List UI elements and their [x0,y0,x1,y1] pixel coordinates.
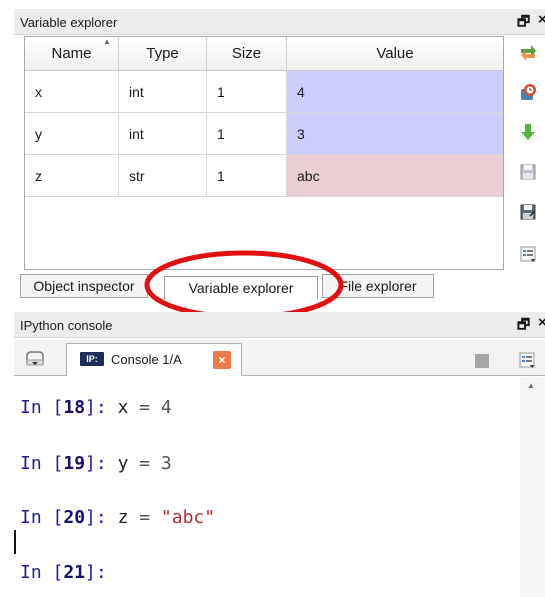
pane-title: Variable explorer [20,15,118,30]
console-line: In [21]: [20,562,107,583]
undock-icon[interactable]: 🗗 [517,11,530,35]
column-header-name[interactable]: ▲ Name [25,37,119,71]
console-scrollbar[interactable] [520,377,545,597]
column-header-type[interactable]: Type [119,37,207,71]
column-header-size[interactable]: Size [207,37,287,71]
tab-label: Console 1/A [111,352,182,367]
column-header-value[interactable]: Value [287,37,503,71]
variable-explorer-titlebar: Variable explorer 🗗 × [14,9,545,35]
console-line: In [20]: z = "abc" [20,507,216,528]
table-cell-name[interactable]: z [25,155,119,197]
tab-console[interactable]: IP: Console 1/A × [66,343,242,376]
pane-title: IPython console [20,318,113,333]
table-cell-value[interactable]: abc [287,155,503,197]
refresh-icon[interactable] [518,42,538,62]
table-cell-type[interactable]: str [119,155,207,197]
sort-ascending-icon: ▲ [103,37,111,46]
auto-refresh-icon[interactable] [518,82,538,102]
table-cell-type[interactable]: int [119,113,207,155]
table-cell-size[interactable]: 1 [207,71,287,113]
import-data-icon[interactable] [518,122,538,142]
options-menu-icon[interactable] [518,244,538,264]
browse-tabs-icon[interactable] [24,349,46,367]
tab-object-inspector[interactable]: Object inspector [20,274,148,298]
text-cursor [14,530,16,554]
table-cell-name[interactable]: y [25,113,119,155]
console-line: In [19]: y = 3 [20,453,172,474]
console-tabbar: IP: Console 1/A × [14,340,545,376]
variable-table[interactable]: ▲ Name Type Size Value x int 1 4 y int 1… [24,36,504,270]
ipython-icon: IP: [80,352,104,366]
ipython-console-titlebar: IPython console 🗗 × [14,312,545,338]
save-icon[interactable] [518,162,538,182]
close-icon[interactable]: × [538,314,545,331]
console-options-icon[interactable] [517,350,537,370]
close-icon[interactable]: × [538,11,545,28]
table-cell-size[interactable]: 1 [207,113,287,155]
scroll-up-icon[interactable]: ▲ [527,381,535,390]
undock-icon[interactable]: 🗗 [517,314,530,338]
table-cell-value[interactable]: 4 [287,71,503,113]
close-tab-icon[interactable]: × [213,351,231,369]
table-cell-size[interactable]: 1 [207,155,287,197]
stop-icon[interactable] [475,354,489,368]
table-cell-value[interactable]: 3 [287,113,503,155]
table-cell-type[interactable]: int [119,71,207,113]
save-as-icon[interactable] [518,202,538,222]
table-cell-name[interactable]: x [25,71,119,113]
console-line: In [18]: x = 4 [20,397,172,418]
